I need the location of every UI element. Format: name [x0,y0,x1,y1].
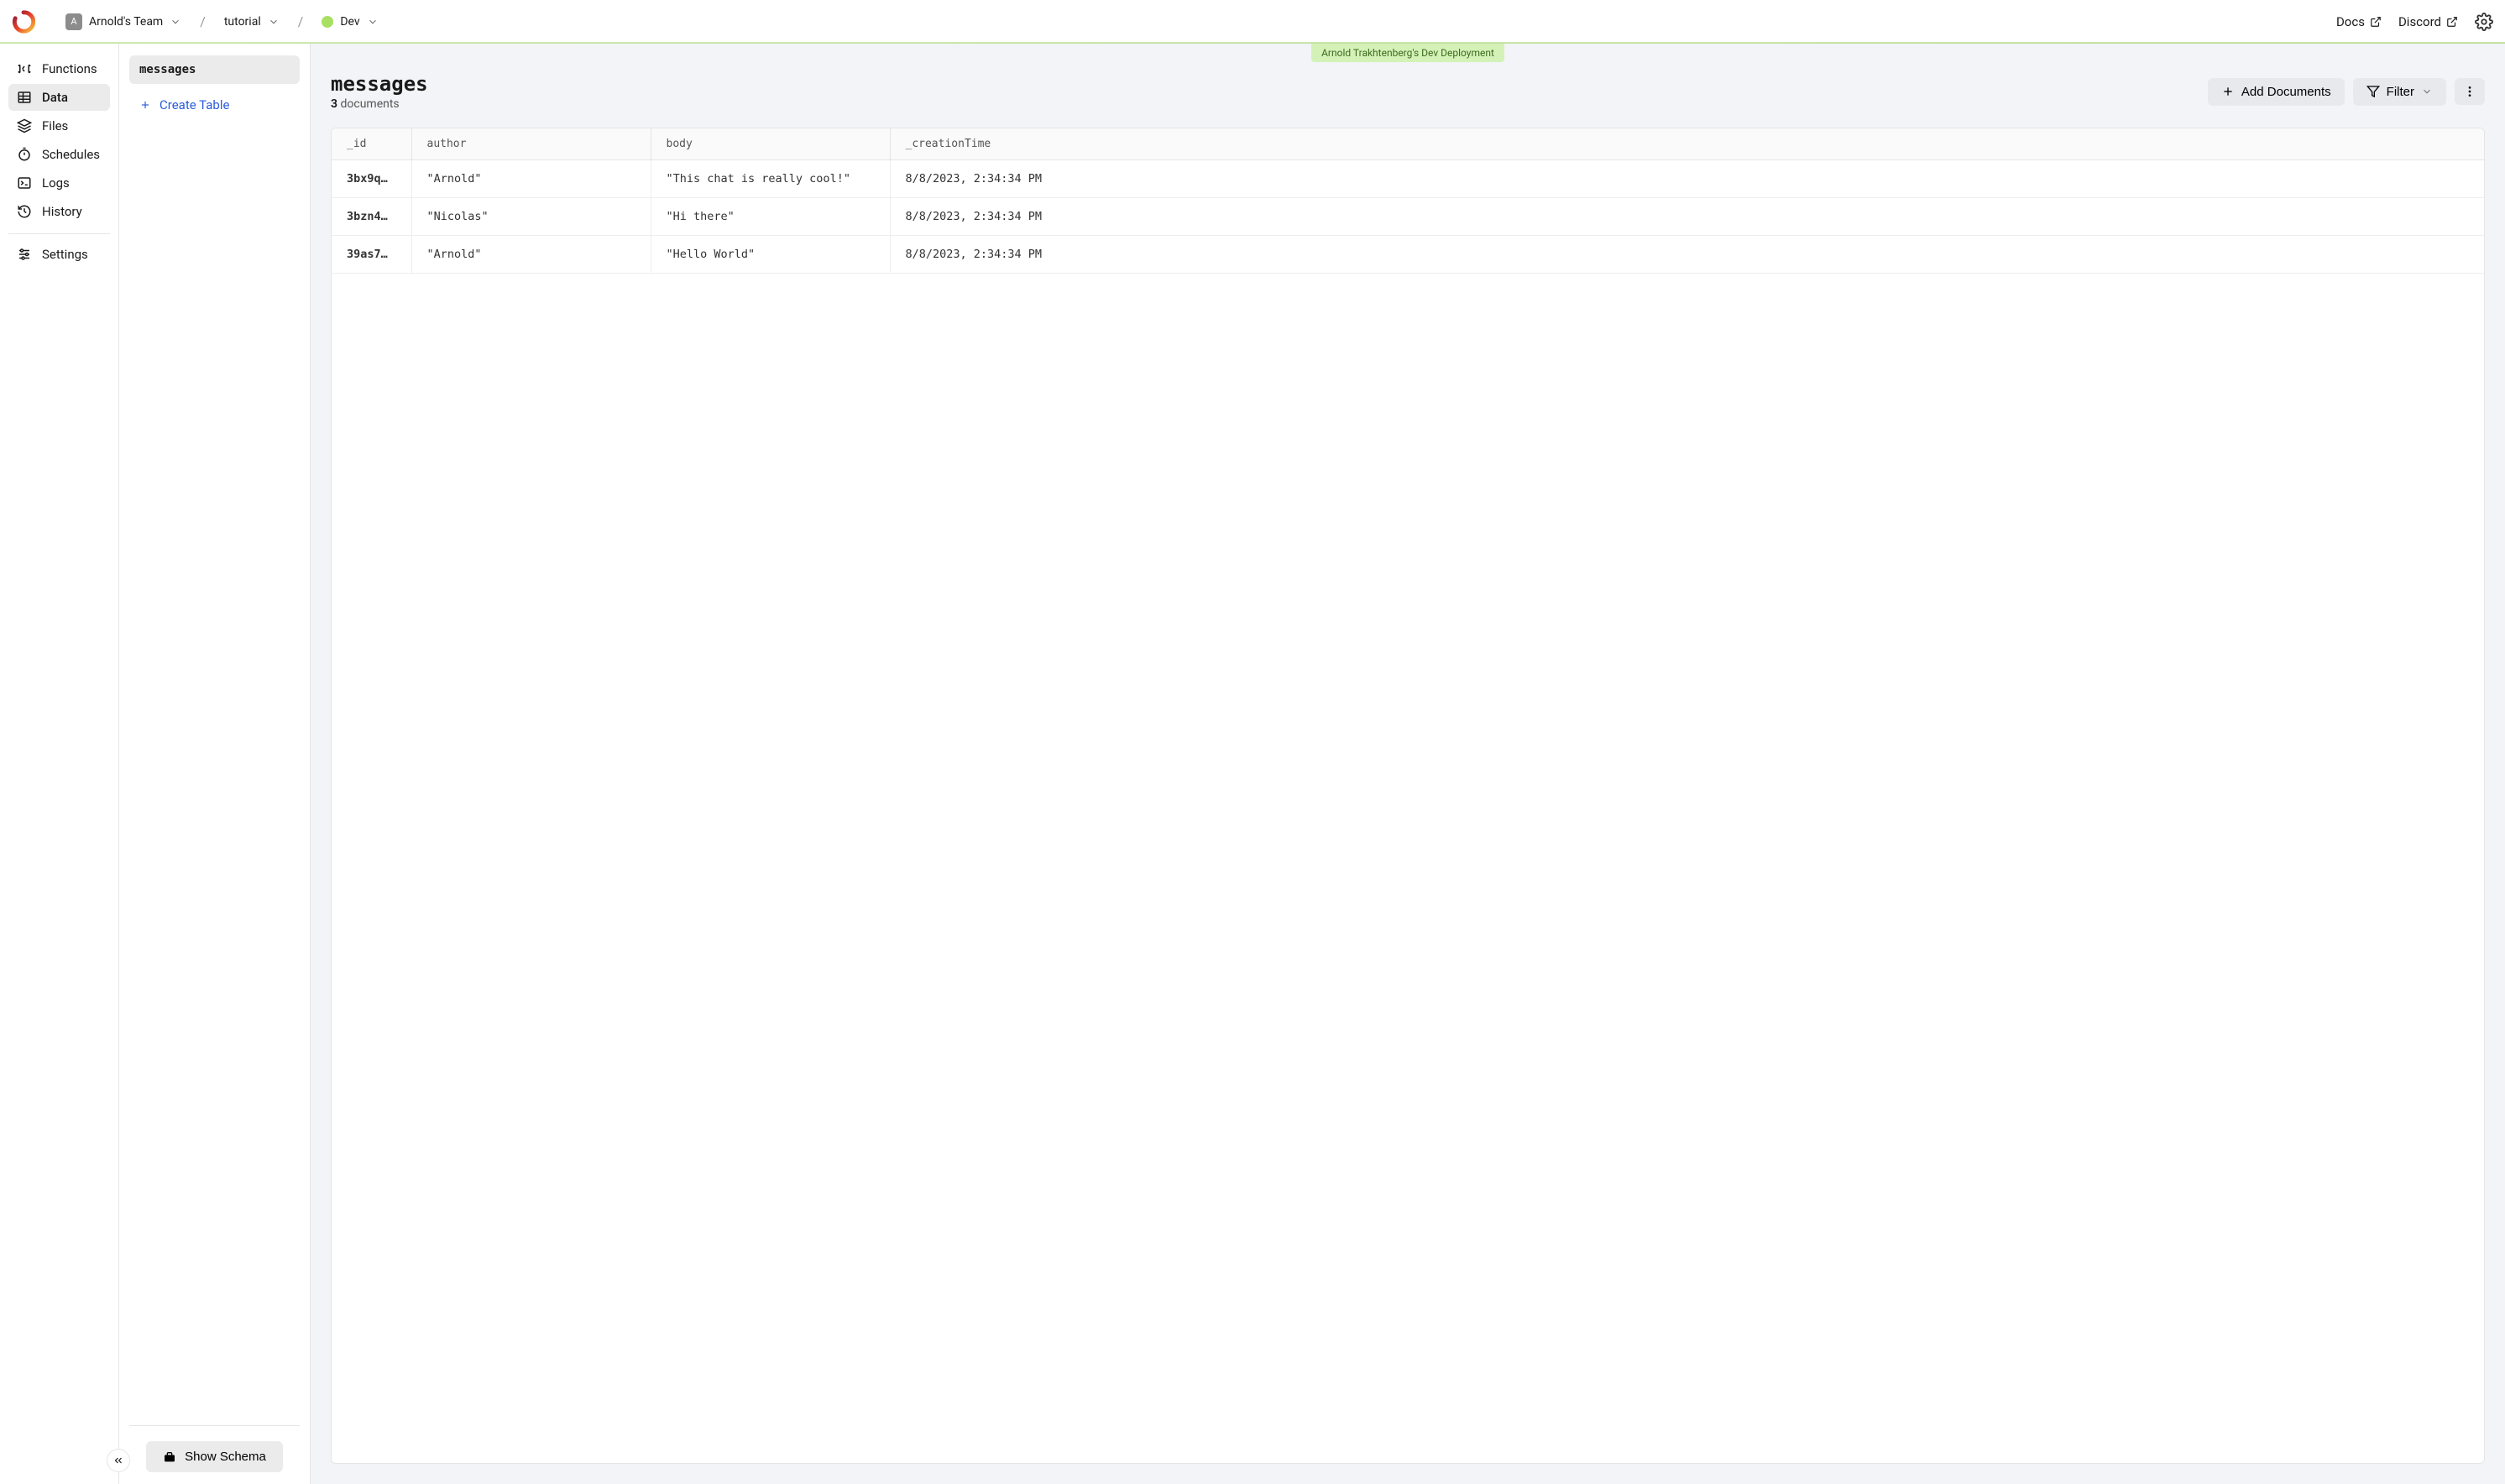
filter-button[interactable]: Filter [2353,78,2446,106]
topbar: A Arnold's Team / tutorial / Dev Docs Di… [0,0,2505,44]
cell-creation[interactable]: 8/8/2023, 2:34:34 PM [890,236,2484,274]
table-title: messages [331,72,428,96]
deployment-badge: Arnold Trakhtenberg's Dev Deployment [1311,44,1504,62]
breadcrumb: A Arnold's Team / tutorial / Dev [60,10,384,34]
team-avatar: A [65,13,82,30]
cell-author[interactable]: "Arnold" [411,236,651,274]
cell-id[interactable]: 39as7… [332,236,411,274]
more-actions-button[interactable] [2455,78,2485,105]
cell-body[interactable]: "This chat is really cool!" [651,160,890,198]
logo[interactable] [12,10,35,34]
settings-icon[interactable] [2475,13,2493,31]
nav-logs[interactable]: Logs [8,170,110,196]
team-name: Arnold's Team [89,15,163,29]
breadcrumb-environment[interactable]: Dev [316,12,383,32]
breadcrumb-separator: / [195,13,211,29]
discord-link[interactable]: Discord [2398,14,2458,29]
cell-author[interactable]: "Nicolas" [411,198,651,236]
function-icon [17,61,32,76]
filter-icon [2366,85,2380,98]
sidebar-nav: Functions Data Files Schedules Logs Hist… [0,44,119,1484]
nav-history[interactable]: History [8,198,110,225]
breadcrumb-project[interactable]: tutorial [219,12,285,32]
nav-label: Logs [42,175,70,191]
chevron-down-icon [367,16,379,28]
data-table: _id author body _creationTime 3bx9q…"Arn… [331,128,2485,1464]
environment-name: Dev [340,15,359,29]
content-header: messages 3 documents Add Documents Filte… [331,72,2485,111]
external-link-icon [2370,16,2382,28]
cell-body[interactable]: "Hi there" [651,198,890,236]
filter-label: Filter [2387,85,2414,99]
show-schema-label: Show Schema [185,1450,266,1464]
nav-functions[interactable]: Functions [8,55,110,82]
table-row[interactable]: 3bx9q…"Arnold""This chat is really cool!… [332,160,2484,198]
table-row[interactable]: 3bzn4…"Nicolas""Hi there"8/8/2023, 2:34:… [332,198,2484,236]
briefcase-icon [163,1450,176,1464]
project-name: tutorial [224,15,261,29]
status-dot-icon [322,16,333,28]
column-header-author[interactable]: author [411,128,651,160]
chevron-down-icon [170,16,181,28]
content-area: Arnold Trakhtenberg's Dev Deployment mes… [311,44,2505,1484]
add-documents-label: Add Documents [2241,85,2331,99]
history-icon [17,204,32,219]
chevron-left-double-icon [112,1455,124,1466]
cell-id[interactable]: 3bx9q… [332,160,411,198]
column-header-id[interactable]: _id [332,128,411,160]
nav-schedules[interactable]: Schedules [8,141,110,168]
breadcrumb-team[interactable]: A Arnold's Team [60,10,186,34]
docs-link[interactable]: Docs [2336,14,2382,29]
column-header-creation[interactable]: _creationTime [890,128,2484,160]
nav-label: Schedules [42,147,100,162]
nav-files[interactable]: Files [8,112,110,139]
nav-data[interactable]: Data [8,84,110,111]
external-link-icon [2446,16,2458,28]
more-vertical-icon [2463,85,2476,98]
cell-id[interactable]: 3bzn4… [332,198,411,236]
collapse-sidebar-button[interactable] [107,1449,130,1472]
table-icon [17,90,32,105]
nav-label: Files [42,118,68,133]
stopwatch-icon [17,147,32,162]
nav-label: Functions [42,61,97,76]
chevron-down-icon [268,16,280,28]
cell-body[interactable]: "Hello World" [651,236,890,274]
cell-creation[interactable]: 8/8/2023, 2:34:34 PM [890,160,2484,198]
terminal-icon [17,175,32,191]
create-table-button[interactable]: Create Table [129,89,300,121]
show-schema-button[interactable]: Show Schema [146,1441,283,1472]
layers-icon [17,118,32,133]
tables-panel: messages Create Table Show Schema [119,44,311,1484]
table-row[interactable]: 39as7…"Arnold""Hello World"8/8/2023, 2:3… [332,236,2484,274]
create-table-label: Create Table [160,97,229,112]
add-documents-button[interactable]: Add Documents [2208,78,2345,106]
nav-label: History [42,204,82,219]
topbar-right: Docs Discord [2336,13,2493,31]
cell-author[interactable]: "Arnold" [411,160,651,198]
table-item-messages[interactable]: messages [129,55,300,84]
column-header-body[interactable]: body [651,128,890,160]
nav-label: Data [42,90,68,105]
nav-divider [8,233,110,234]
breadcrumb-separator: / [293,13,309,29]
chevron-down-icon [2421,86,2433,97]
plus-icon [139,99,151,111]
nav-label: Settings [42,247,88,262]
nav-settings[interactable]: Settings [8,241,110,268]
table-header-row: _id author body _creationTime [332,128,2484,160]
plus-icon [2221,85,2235,98]
sliders-icon [17,247,32,262]
cell-creation[interactable]: 8/8/2023, 2:34:34 PM [890,198,2484,236]
document-count: 3 documents [331,97,428,111]
